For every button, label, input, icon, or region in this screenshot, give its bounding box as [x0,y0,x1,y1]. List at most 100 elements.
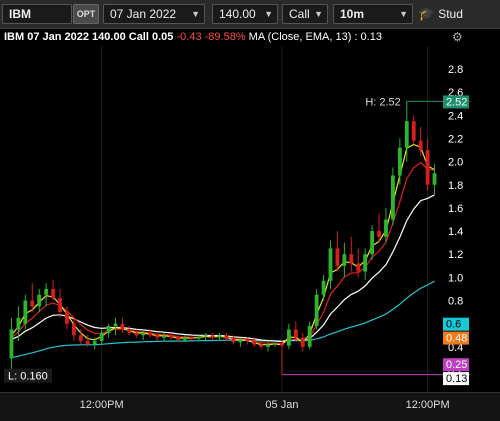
price-tag-label: 0.13 [446,373,467,385]
candle-body [280,343,284,346]
candle-body [30,300,35,307]
candle-body [148,332,153,336]
y-tick-label: 1.2 [448,249,463,261]
studies-button[interactable]: 🎓 Stud [418,4,500,24]
candle-body [349,254,354,264]
y-tick-label: 2.0 [448,157,463,169]
chevron-down-icon: ▼ [264,9,273,19]
candle-body [23,300,28,324]
candle-body [51,288,55,299]
x-tick-label: 12:00PM [80,399,124,411]
candle-body [37,294,42,307]
y-tick-label: 2.8 [448,64,463,76]
candle-body [78,335,83,342]
candle-body [92,341,97,345]
candle-body [335,248,340,266]
price-tag-label: 0.48 [446,333,467,345]
candle-body [224,335,229,339]
graduation-cap-icon: 🎓 [418,6,435,21]
gear-icon[interactable]: ⚙ [452,29,466,45]
candle-body [189,337,194,339]
expiry-select[interactable]: 07 Jan 2022 ▼ [103,4,205,24]
candle-body [141,332,146,336]
x-tick-label: 05 Jan [265,399,298,411]
x-tick-label: 12:00PM [406,399,450,411]
price-chart[interactable]: 2.82.62.42.22.01.81.61.41.21.00.80.60.40… [0,46,500,420]
y-tick-label: 1.4 [448,226,463,238]
candle-body [169,335,173,338]
price-change-pct: -89.58% [204,31,246,43]
candle-body [425,150,430,185]
price-change: -0.43 [176,31,202,43]
strike-select[interactable]: 140.00 ▼ [212,4,278,24]
candle-body [134,332,139,336]
price-tag-label: 0.6 [446,319,461,331]
last-price: 0.05 [152,31,174,43]
candle-body [314,294,319,327]
y-tick-label: 2.4 [448,110,463,122]
candle-body [71,323,76,336]
sec-type-badge[interactable]: OPT [73,4,99,24]
candle-body [273,343,277,345]
candle-body [231,338,236,343]
contract-title: IBM 07 Jan 2022 140.00 Call [4,31,149,43]
high-label: H: 2.52 [365,96,400,108]
price-tag-label: 0.25 [446,359,467,371]
candle-body [266,344,270,347]
candle-body [16,317,21,330]
candle-body [9,329,14,359]
candle-body [85,341,90,345]
candle-body [404,121,409,148]
candle-body [155,335,160,338]
candle-body [58,298,62,313]
candle-body [307,326,312,347]
candle-body [203,335,208,337]
candle-body [99,332,104,342]
candle-body [217,335,222,338]
chevron-down-icon: ▼ [399,9,408,19]
candle-body [120,323,125,330]
y-tick-label: 1.0 [448,272,463,284]
candle-body [397,147,402,176]
candle-body [210,335,215,338]
chevron-down-icon: ▼ [191,9,200,19]
candle-body [176,337,180,340]
candle-body [113,323,118,327]
y-tick-label: 0.8 [448,296,463,308]
low-label: L: 0.160 [8,371,48,383]
candle-body [238,339,243,343]
y-tick-label: 2.2 [448,133,463,145]
symbol-input[interactable]: IBM [2,4,72,24]
interval-select[interactable]: 10m ▼ [333,4,413,24]
candle-body [286,329,291,346]
right-select[interactable]: Call ▼ [282,4,328,24]
candle-body [342,254,347,266]
candle-body [300,337,305,347]
candle-body [363,254,368,272]
y-tick-label: 1.6 [448,203,463,215]
candle-body [127,329,132,333]
candle-body [321,280,326,295]
price-tag-label: 2.52 [446,96,467,108]
candle-body [370,231,375,255]
candle-body [182,337,187,340]
candle-body [411,121,416,141]
candle-body [65,312,69,324]
chart-info-line: IBM 07 Jan 2022 140.00 Call 0.05 -0.43 -… [0,29,452,45]
candle-body [293,329,298,338]
indicator-label: MA (Close, EMA, 13) : 0.13 [248,31,382,43]
candle-body [196,336,201,339]
toolbar: IBM OPT 07 Jan 2022 ▼ 140.00 ▼ Call ▼ 10m ▼ … [0,0,500,29]
candle-body [356,263,361,272]
candle-body [377,231,381,237]
candle-body [391,175,395,220]
candle-body [162,335,166,338]
candle-body [328,248,333,281]
y-tick-label: 1.8 [448,180,463,192]
candle-body [106,326,111,333]
candle-body [252,341,257,345]
candle-body [44,288,49,295]
candle-body [259,344,264,347]
candle-body [432,173,437,185]
candle-body [384,219,388,237]
